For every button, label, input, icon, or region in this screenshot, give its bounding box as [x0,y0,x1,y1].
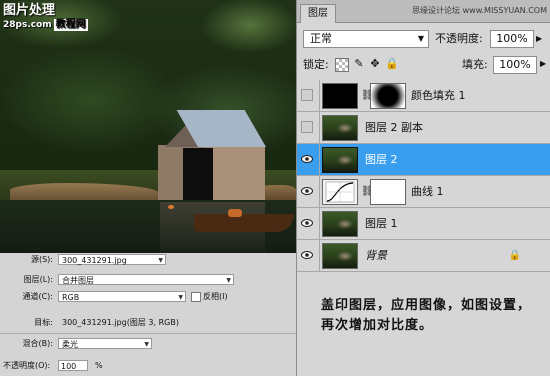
boathouse-side-wall [205,145,265,200]
layer-name: 图层 2 [365,153,398,166]
chevron-down-icon: ▼ [178,294,183,301]
layer-name: 图层 2 副本 [365,121,423,134]
source-value: 300_431291.jpg [62,256,127,265]
buoy [168,205,174,209]
layer-row-curves[interactable]: ⛓ 曲线 1 [297,176,550,208]
blend-value: 柔光 [62,340,78,349]
blend-mode-value: 正常 [310,32,332,45]
layer-row-background[interactable]: 背景 🔒 [297,240,550,272]
lock-icon[interactable]: 🔒 [385,58,399,70]
forum-watermark: 思缘设计论坛 www.MISSYUAN.COM [412,6,547,15]
instruction-text: 盖印图层，应用图像，如图设置，再次增加对比度。 [321,298,532,333]
lock-row: 锁定: ✎ ✥ 🔒 填充: 100% ▶ [303,56,547,74]
sand-bank [10,183,160,201]
blend-select[interactable]: 柔光 ▼ [58,338,152,349]
divider [0,333,296,334]
source-select[interactable]: 300_431291.jpg ▼ [58,254,166,265]
opacity-slider-toggle[interactable]: ▶ [536,34,542,43]
site-watermark: 图片处理 28ps.com 教程网 [3,3,93,31]
opacity-input[interactable]: 100 [58,360,88,371]
chevron-down-icon: ▼ [158,257,163,264]
layer-name: 颜色填充 1 [411,89,466,102]
target-label: 目标: [34,318,53,327]
source-label: 源(S): [30,255,53,264]
brush-icon[interactable]: ✎ [353,58,365,70]
layer-row-layer1[interactable]: 图层 1 [297,208,550,240]
opacity-label: 不透明度(O): [3,361,51,370]
layer-value: 合并图层 [62,276,94,285]
opacity-unit: % [95,361,103,370]
curves-adjustment-icon [322,179,358,205]
apply-image-dialog: 源(S): 300_431291.jpg ▼ 图层(L): 合并图层 ▼ 通道(… [0,253,296,376]
fill-input[interactable]: 100% [493,56,537,74]
checkerboard-icon[interactable] [335,58,349,72]
layer-row-layer2-copy[interactable]: 图层 2 副本 [297,112,550,144]
panel-tab-bar: 图层 思缘设计论坛 www.MISSYUAN.COM [297,0,550,23]
layer-name: 图层 1 [365,217,398,230]
blend-row: 混合(B): 柔光 ▼ [0,337,296,350]
opacity-row: 不透明度(O): 100 % [0,359,296,372]
fill-slider-toggle[interactable]: ▶ [540,60,546,68]
target-value: 300_431291.jpg(图层 3, RGB) [62,318,179,327]
invert-label: 反相(I) [203,292,228,301]
fill-label: 填充: [462,58,488,71]
invert-checkbox[interactable] [191,292,201,302]
boathouse-door [183,148,213,200]
layer-thumbnail [322,243,358,269]
layer-mask-thumbnail[interactable] [370,83,406,109]
move-icon[interactable]: ✥ [369,58,381,70]
watermark-tag: 教程网 [53,19,88,31]
chevron-down-icon: ▼ [417,34,424,43]
visibility-toggle[interactable] [297,144,320,175]
instruction-note: 盖印图层，应用图像，如图设置，再次增加对比度。 [297,286,550,376]
layer-row: 图层(L): 合并图层 ▼ [0,273,296,286]
rowboat [194,214,294,232]
watermark-site: 28ps.com [3,20,52,30]
opacity-label: 不透明度: [435,32,483,45]
visibility-off-icon [301,89,313,101]
boat-cargo [228,209,242,217]
blend-label: 混合(B): [22,339,53,348]
channel-row: 通道(C): RGB ▼ 反相(I) [0,290,296,303]
lock-icon: 🔒 [508,250,521,261]
layer-mask-thumbnail[interactable] [370,179,406,205]
watermark-title: 图片处理 [3,3,56,18]
visibility-toggle[interactable] [297,240,320,271]
opacity-value: 100 [61,362,77,371]
visibility-toggle[interactable] [297,112,320,143]
eye-icon [301,251,313,259]
eye-icon [301,219,313,227]
opacity-input[interactable]: 100% [490,30,534,48]
chevron-down-icon: ▼ [226,277,231,284]
layer-thumbnail [322,115,358,141]
layer-thumbnail [322,83,358,109]
layers-panel: 图层 思缘设计论坛 www.MISSYUAN.COM 正常 ▼ 不透明度: 10… [296,0,550,376]
chevron-down-icon: ▼ [144,341,149,348]
visibility-off-icon [301,121,313,133]
tab-layers[interactable]: 图层 [300,4,336,23]
target-row: 目标: 300_431291.jpg(图层 3, RGB) [0,316,296,329]
layer-name: 背景 [365,249,387,262]
source-row: 源(S): 300_431291.jpg ▼ [0,253,296,266]
layer-select[interactable]: 合并图层 ▼ [58,274,234,285]
eye-icon [301,155,313,163]
blend-mode-select[interactable]: 正常 ▼ [303,30,429,48]
visibility-toggle[interactable] [297,208,320,239]
visibility-toggle[interactable] [297,80,320,111]
channel-value: RGB [62,293,80,302]
layer-name: 曲线 1 [411,185,444,198]
layer-row-color-fill[interactable]: ⛓ 颜色填充 1 [297,80,550,112]
lock-label: 锁定: [303,58,329,71]
layer-thumbnail [322,211,358,237]
layer-label: 图层(L): [23,275,53,284]
channel-select[interactable]: RGB ▼ [58,291,186,302]
layer-row-layer2[interactable]: 图层 2 [297,144,550,176]
layer-thumbnail [322,147,358,173]
eye-icon [301,187,313,195]
channel-label: 通道(C): [22,292,53,301]
visibility-toggle[interactable] [297,176,320,207]
